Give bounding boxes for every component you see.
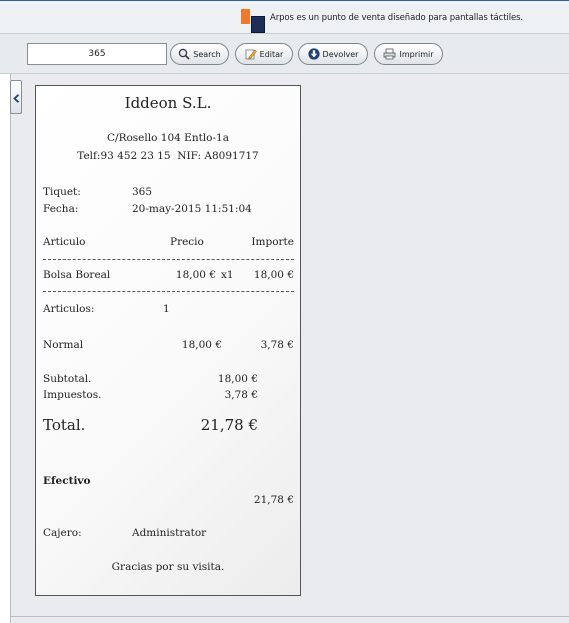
receipt-subtotal-value: 18,00 € — [217, 373, 258, 385]
receipt-preview: Iddeon S.L. C/Rosello 104 Entlo-1a Telf:… — [35, 85, 301, 596]
return-button[interactable]: Devolver — [298, 43, 368, 65]
receipt-taxes-label: Impuestos. — [43, 389, 102, 401]
receipt-tax-amount: 3,78 € — [260, 339, 294, 351]
receipt-cashier-label: Cajero: — [43, 527, 82, 539]
receipt-divider — [43, 291, 294, 292]
logo-orange-block — [241, 9, 250, 24]
receipt-articles-label: Articulos: — [43, 303, 95, 315]
receipt-ticket-label: Tiquet: — [43, 186, 81, 198]
receipt-item-name: Bolsa Boreal — [43, 269, 111, 281]
receipt-articles-count: 1 — [163, 303, 170, 315]
print-button-label: Imprimir — [399, 49, 434, 59]
receipt-item-qty: x1 — [221, 269, 234, 281]
logo-blue-block — [251, 16, 265, 33]
receipt-item-amount: 18,00 € — [253, 269, 294, 281]
receipt-thanks-message: Gracias por su visita. — [111, 561, 225, 573]
receipt-subtotal-label: Subtotal. — [43, 373, 92, 385]
search-button-label: Search — [193, 49, 221, 59]
receipt-company-name: Iddeon S.L. — [124, 94, 212, 112]
search-button[interactable]: Search — [170, 43, 229, 65]
receipt-col-price: Precio — [170, 236, 204, 248]
ticket-number-input[interactable] — [27, 43, 167, 65]
toolbar: Search Editar Devolver Imprimir — [0, 34, 569, 74]
edit-button[interactable]: Editar — [235, 43, 293, 65]
receipt-total-label: Total. — [43, 416, 86, 434]
receipt-taxes-value: 3,78 € — [224, 389, 258, 401]
receipt-cashier-name: Administrator — [132, 527, 207, 539]
receipt-item-price: 18,00 € — [175, 269, 216, 281]
receipt-contact: Telf:93 452 23 15 NIF: A8091717 — [77, 150, 259, 162]
receipt-payment-label: Efectivo — [43, 475, 91, 487]
panel-bottom-divider — [10, 616, 569, 617]
collapse-panel-button[interactable] — [10, 80, 22, 114]
receipt-ticket-number: 365 — [132, 186, 153, 198]
receipt-date-value: 20-may-2015 11:51:04 — [132, 203, 252, 215]
receipt-col-amount: Importe — [251, 236, 294, 248]
receipt-payment-value: 21,78 € — [253, 494, 294, 506]
chevron-left-icon — [12, 88, 20, 107]
receipt-address: C/Rosello 104 Entlo-1a — [107, 132, 229, 144]
download-arrow-icon — [307, 48, 320, 60]
print-button[interactable]: Imprimir — [374, 43, 443, 65]
return-button-label: Devolver — [322, 49, 359, 59]
edit-pencil-icon — [245, 48, 257, 60]
receipt-tax-name: Normal — [43, 339, 84, 351]
edit-button-label: Editar — [259, 49, 284, 59]
receipt-total-value: 21,78 € — [200, 416, 258, 434]
app-header: Arpos es un punto de venta diseñado para… — [0, 0, 569, 34]
receipt-col-article: Articulo — [43, 236, 86, 248]
printer-icon — [383, 48, 396, 60]
receipt-tax-base: 18,00 € — [181, 339, 222, 351]
receipt-date-label: Fecha: — [43, 203, 79, 215]
app-description: Arpos es un punto de venta diseñado para… — [270, 13, 524, 23]
search-icon — [178, 48, 190, 60]
receipt-divider — [43, 259, 294, 260]
